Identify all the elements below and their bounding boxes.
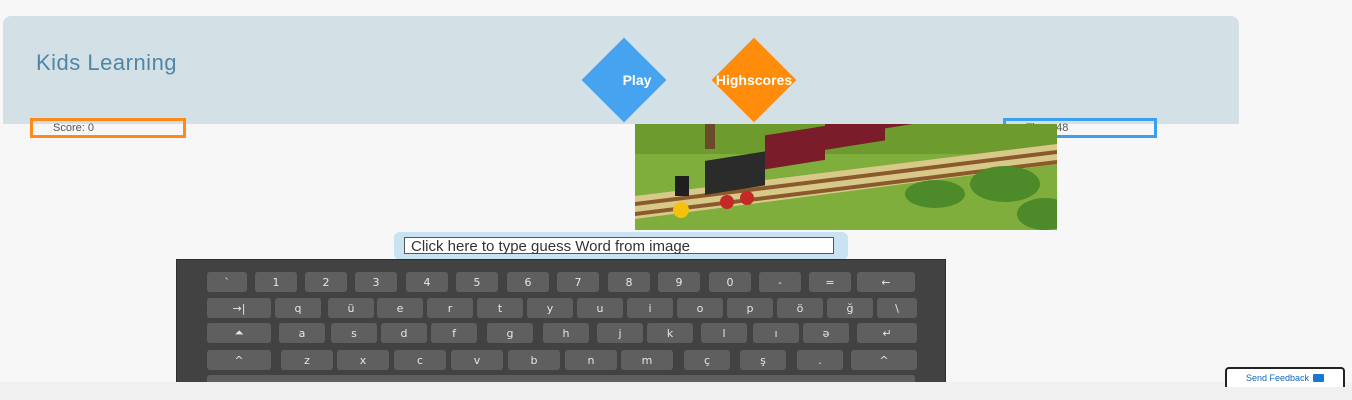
key[interactable]: 5 xyxy=(456,272,498,292)
key[interactable]: 1 xyxy=(255,272,297,292)
guess-container: Click here to type guess Word from image xyxy=(394,232,848,260)
feedback-icon xyxy=(1313,374,1325,382)
key[interactable]: v xyxy=(451,350,503,370)
key[interactable]: m xyxy=(621,350,673,370)
key[interactable]: \ xyxy=(877,298,917,318)
key[interactable]: →| xyxy=(207,298,271,318)
key[interactable]: 8 xyxy=(608,272,650,292)
key[interactable]: o xyxy=(677,298,723,318)
highscores-button[interactable]: Highscores xyxy=(680,37,828,123)
key[interactable]: = xyxy=(809,272,851,292)
guess-input[interactable]: Click here to type guess Word from image xyxy=(404,237,834,255)
key[interactable]: ⏶ xyxy=(207,323,271,343)
key[interactable]: 7 xyxy=(557,272,599,292)
key[interactable]: ə xyxy=(803,323,849,343)
key[interactable]: g xyxy=(487,323,533,343)
key[interactable]: 9 xyxy=(658,272,700,292)
header-bar: Kids Learning Play Highscores Score: 0 T… xyxy=(3,16,1239,138)
key[interactable]: x xyxy=(337,350,389,370)
key[interactable]: q xyxy=(275,298,321,318)
key[interactable]: c xyxy=(394,350,446,370)
key[interactable]: ` xyxy=(207,272,247,292)
score-display: Score: 0 xyxy=(30,118,186,138)
key[interactable]: r xyxy=(427,298,473,318)
score-text: Score: 0 xyxy=(53,122,94,134)
guess-image xyxy=(635,124,1057,230)
key[interactable]: j xyxy=(597,323,643,343)
key[interactable]: ö xyxy=(777,298,823,318)
key[interactable]: f xyxy=(431,323,477,343)
key[interactable]: - xyxy=(759,272,801,292)
key[interactable]: p xyxy=(727,298,773,318)
key[interactable]: 2 xyxy=(305,272,347,292)
key[interactable]: i xyxy=(627,298,673,318)
key[interactable]: y xyxy=(527,298,573,318)
highscores-label: Highscores xyxy=(715,72,793,88)
key[interactable]: b xyxy=(508,350,560,370)
key[interactable]: a xyxy=(279,323,325,343)
key[interactable]: 6 xyxy=(507,272,549,292)
key[interactable]: u xyxy=(577,298,623,318)
key[interactable]: t xyxy=(477,298,523,318)
key[interactable]: ↵ xyxy=(857,323,917,343)
key[interactable]: 0 xyxy=(709,272,751,292)
key[interactable]: ş xyxy=(740,350,786,370)
key[interactable]: . xyxy=(797,350,843,370)
key[interactable]: e xyxy=(377,298,423,318)
key[interactable]: k xyxy=(647,323,693,343)
key[interactable]: ^ xyxy=(207,350,271,370)
key[interactable]: ^ xyxy=(851,350,917,370)
key[interactable]: ü xyxy=(328,298,374,318)
send-feedback-label: Send Feedback xyxy=(1245,373,1310,383)
key[interactable]: ç xyxy=(684,350,730,370)
app-title: Kids Learning xyxy=(36,50,178,75)
key[interactable]: d xyxy=(381,323,427,343)
train-illustration xyxy=(635,124,1057,230)
key[interactable]: h xyxy=(543,323,589,343)
key[interactable]: ı xyxy=(753,323,799,343)
key[interactable]: l xyxy=(701,323,747,343)
key[interactable]: s xyxy=(331,323,377,343)
key[interactable]: ğ xyxy=(827,298,873,318)
key[interactable]: n xyxy=(565,350,617,370)
key[interactable]: 3 xyxy=(355,272,397,292)
key[interactable]: ← xyxy=(857,272,915,292)
send-feedback-button[interactable]: Send Feedback xyxy=(1225,367,1345,387)
key[interactable]: 4 xyxy=(406,272,448,292)
page-footer-strip xyxy=(0,382,1352,400)
key[interactable]: z xyxy=(281,350,333,370)
on-screen-keyboard: ` 1 2 3 4 5 6 7 8 9 0- = ← →| q ü e r t y u i o p ö ğ \ ⏶ a s d f g h j k l ı… xyxy=(176,259,946,400)
